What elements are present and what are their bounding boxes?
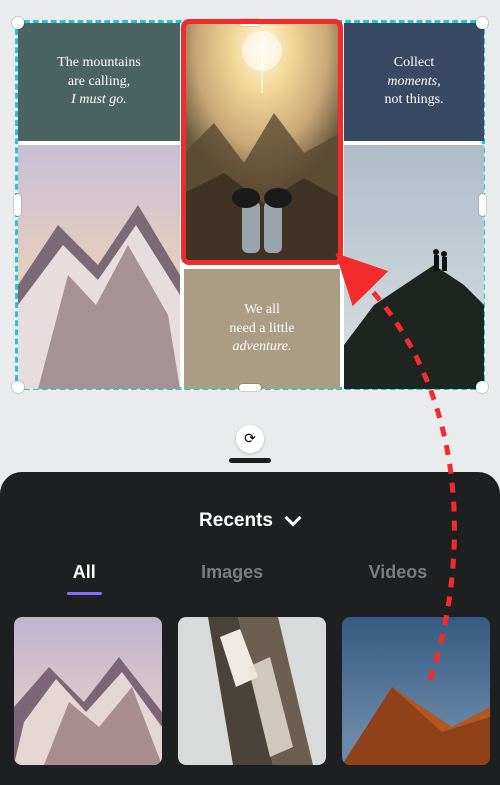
media-thumbnail[interactable]: [14, 617, 162, 765]
picker-source-label: Recents: [199, 510, 273, 532]
quote-line: not things.: [384, 92, 443, 107]
quote-line: Collect: [394, 55, 434, 70]
collage-tile-quote-3[interactable]: We all need a little adventure.: [184, 269, 340, 389]
selection-handle-edge[interactable]: [14, 194, 21, 216]
snowy-peak-image: [18, 145, 180, 389]
sheet-drag-handle[interactable]: [229, 458, 271, 463]
selection-handle-corner[interactable]: [476, 17, 488, 29]
quote-line: We all: [244, 302, 280, 317]
selection-handle-edge[interactable]: [239, 384, 261, 391]
media-thumbnail[interactable]: [342, 617, 490, 765]
tab-all[interactable]: All: [73, 562, 96, 593]
collage-frame[interactable]: The mountains are calling, I must go.: [15, 20, 485, 390]
hikers-silhouette-image: [344, 145, 484, 389]
selection-handle-edge[interactable]: [479, 194, 486, 216]
chevron-down-icon: [287, 514, 301, 528]
selection-handle-edge[interactable]: [239, 19, 261, 26]
canvas-area: The mountains are calling, I must go.: [0, 0, 500, 390]
selection-handle-corner[interactable]: [476, 381, 488, 393]
media-thumbnail[interactable]: [178, 617, 326, 765]
collage-tile-quote-2[interactable]: Collect moments, not things.: [344, 23, 484, 141]
rotate-icon: ⟳: [244, 431, 256, 448]
mountain-sunflare-image: [184, 23, 340, 261]
collage-tile-image-left[interactable]: [18, 145, 180, 389]
quote-line-emph: I must go.: [71, 92, 127, 107]
quote-line: need a little: [229, 321, 294, 336]
rotate-button[interactable]: ⟳: [236, 425, 264, 453]
selection-handle-corner[interactable]: [12, 381, 24, 393]
quote-line: The mountains: [57, 55, 141, 70]
selection-handle-corner[interactable]: [12, 17, 24, 29]
picker-source-selector[interactable]: Recents: [0, 510, 500, 532]
media-picker-sheet: Recents All Images Videos: [0, 472, 500, 785]
quote-line-emph: moments,: [387, 74, 440, 89]
quote-line: are calling,: [68, 74, 130, 89]
collage-tile-image-right[interactable]: [344, 145, 484, 389]
quote-line-emph: adventure.: [233, 339, 292, 354]
collage-tile-image-center[interactable]: [184, 23, 340, 261]
thumbnail-strip: [0, 607, 500, 765]
tab-images[interactable]: Images: [201, 562, 263, 593]
picker-tabs: All Images Videos: [0, 562, 500, 593]
collage-tile-quote-1[interactable]: The mountains are calling, I must go.: [18, 23, 180, 141]
tab-videos[interactable]: Videos: [369, 562, 428, 593]
